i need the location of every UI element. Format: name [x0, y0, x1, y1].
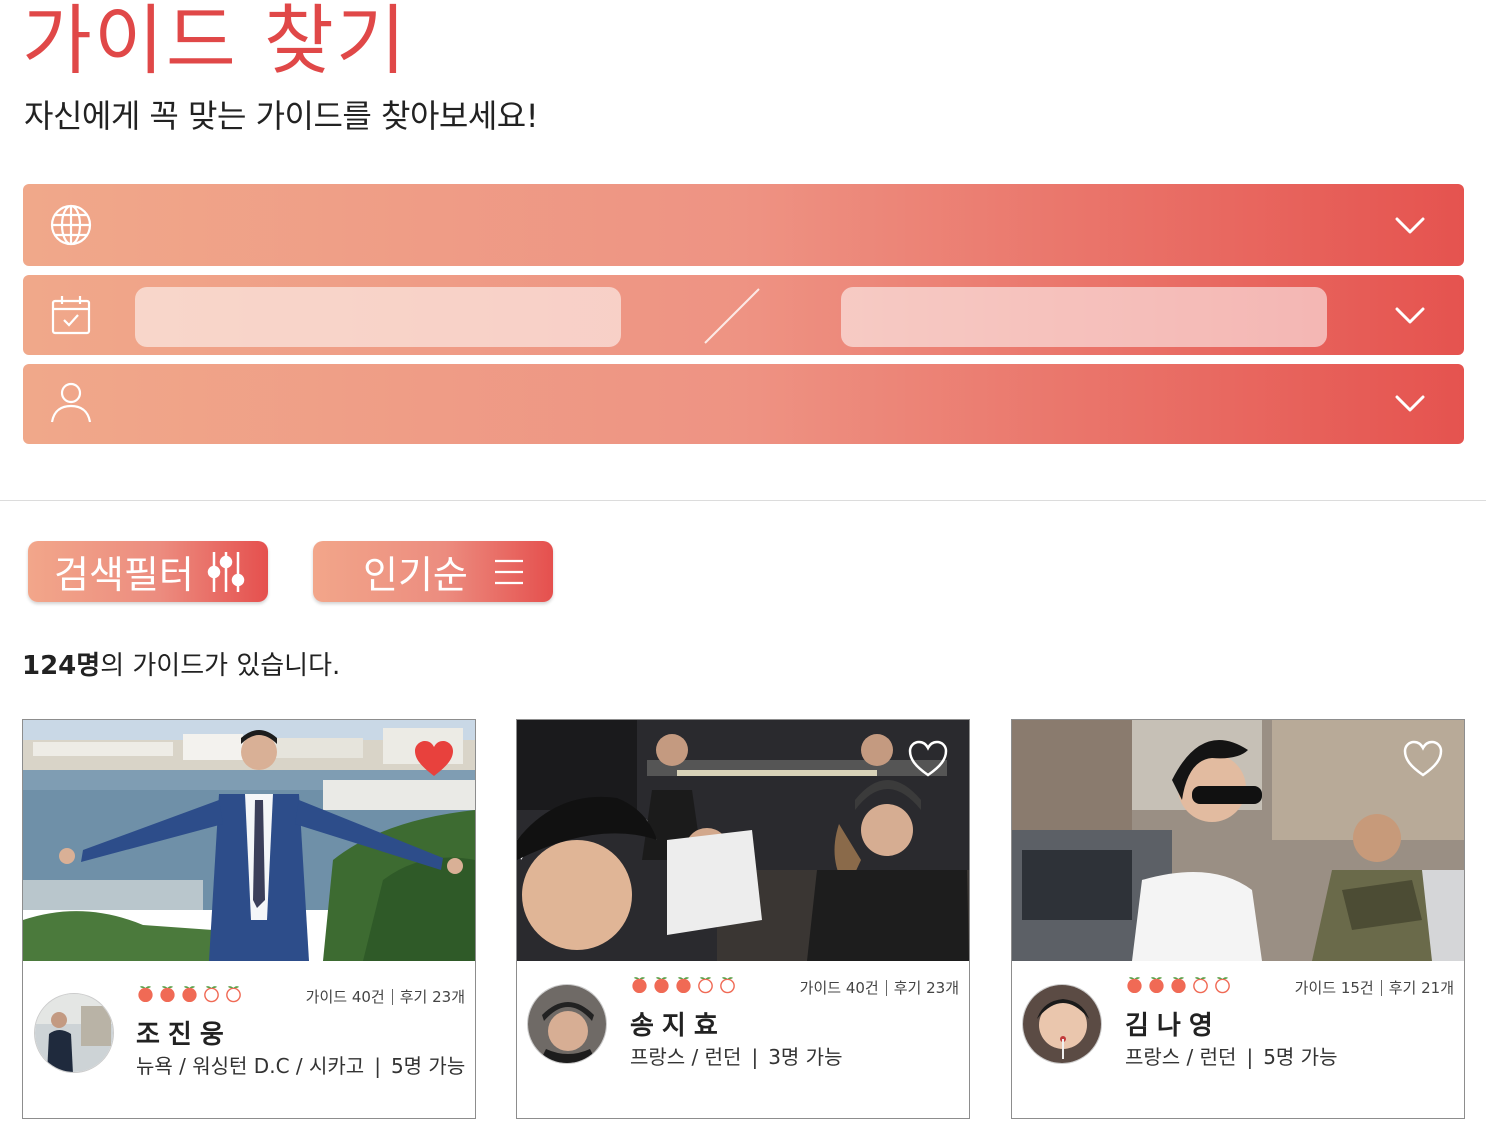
globe-icon [50, 204, 92, 246]
chevron-down-icon[interactable] [1394, 211, 1426, 239]
guide-name[interactable]: 송지효 [630, 1005, 726, 1042]
guide-location: 뉴욕 / 워싱턴 D.C / 시카고 [136, 1054, 365, 1078]
guide-count: 가이드 40건 [799, 979, 879, 997]
guide-capacity: 5명 가능 [390, 1054, 466, 1078]
guide-capacity: 5명 가능 [1263, 1045, 1338, 1069]
peach-filled-icon [1171, 977, 1186, 994]
end-date-input[interactable] [841, 287, 1327, 347]
guide-photo [23, 720, 475, 961]
avatar [527, 984, 607, 1064]
guide-card[interactable]: 가이드 15건 후기 21개 김나영 프랑스 / 런던 | 5명 가능 [1011, 719, 1465, 1119]
review-count: 후기 21개 [1388, 979, 1454, 997]
date-separator [704, 288, 760, 344]
guide-stats: 가이드 15건 후기 21개 [1295, 977, 1454, 998]
guide-name[interactable]: 김나영 [1125, 1005, 1221, 1042]
avatar [1022, 984, 1102, 1064]
rating-peaches [630, 975, 737, 994]
sliders-icon [207, 552, 245, 592]
result-count-number: 124명 [22, 651, 101, 681]
guide-card[interactable]: 가이드 40건 후기 23개 조진웅 뉴욕 / 워싱턴 D.C / 시카고 | 5명 … [22, 719, 476, 1119]
rating-peaches [1125, 975, 1232, 994]
guide-location: 프랑스 / 런던 [630, 1045, 742, 1069]
peach-filled-icon [654, 977, 669, 994]
guide-capacity: 3명 가능 [768, 1045, 843, 1069]
peach-filled-icon [632, 977, 647, 994]
guide-stats: 가이드 40건 후기 23개 [800, 977, 959, 998]
guide-meta: 프랑스 / 런던 | 5명 가능 [1125, 1045, 1338, 1069]
destination-select[interactable] [23, 184, 1464, 266]
guide-photo [517, 720, 969, 961]
start-date-input[interactable] [135, 287, 621, 347]
page-title: 가이드 찾기 [22, 0, 408, 85]
avatar [34, 993, 114, 1073]
heart-filled-icon[interactable] [413, 740, 455, 778]
heart-outline-icon[interactable] [907, 740, 949, 778]
peach-outline-icon [1215, 977, 1230, 994]
chevron-down-icon[interactable] [1394, 389, 1426, 417]
guide-card[interactable]: 가이드 40건 후기 23개 송지효 프랑스 / 런던 | 3명 가능 [516, 719, 970, 1119]
peach-outline-icon [204, 986, 219, 1003]
review-count: 후기 23개 [893, 979, 959, 997]
peach-outline-icon [1193, 977, 1208, 994]
page-subtitle: 자신에게 꼭 맞는 가이드를 찾아보세요! [24, 97, 539, 135]
rating-peaches [136, 984, 243, 1003]
heart-outline-icon[interactable] [1402, 740, 1444, 778]
guide-count: 가이드 15건 [1294, 979, 1374, 997]
result-count: 124명의 가이드가 있습니다. [22, 648, 340, 684]
peach-filled-icon [182, 986, 197, 1003]
guide-count: 가이드 40건 [305, 988, 385, 1006]
peach-filled-icon [676, 977, 691, 994]
peach-outline-icon [720, 977, 735, 994]
peach-filled-icon [138, 986, 153, 1003]
search-filter-label: 검색필터 [54, 555, 194, 597]
people-select[interactable] [23, 364, 1464, 444]
sort-popular-button[interactable]: 인기순 [313, 541, 553, 602]
guide-meta: 뉴욕 / 워싱턴 D.C / 시카고 | 5명 가능 [136, 1054, 466, 1078]
review-count: 후기 23개 [399, 988, 465, 1006]
guide-photo [1012, 720, 1464, 961]
peach-filled-icon [1127, 977, 1142, 994]
result-count-suffix: 의 가이드가 있습니다. [100, 651, 341, 681]
menu-lines-icon [495, 559, 523, 585]
person-icon [50, 382, 92, 423]
guide-name[interactable]: 조진웅 [136, 1014, 232, 1051]
chevron-down-icon[interactable] [1394, 301, 1426, 329]
guide-stats: 가이드 40건 후기 23개 [306, 986, 465, 1007]
peach-filled-icon [160, 986, 175, 1003]
sort-label: 인기순 [363, 555, 468, 597]
section-divider [0, 500, 1486, 501]
guide-location: 프랑스 / 런던 [1125, 1045, 1237, 1069]
date-range-select[interactable] [23, 275, 1464, 355]
guide-meta: 프랑스 / 런던 | 3명 가능 [630, 1045, 843, 1069]
search-filter-button[interactable]: 검색필터 [28, 541, 268, 602]
peach-filled-icon [1149, 977, 1164, 994]
calendar-check-icon [51, 296, 91, 335]
peach-outline-icon [698, 977, 713, 994]
peach-outline-icon [226, 986, 241, 1003]
